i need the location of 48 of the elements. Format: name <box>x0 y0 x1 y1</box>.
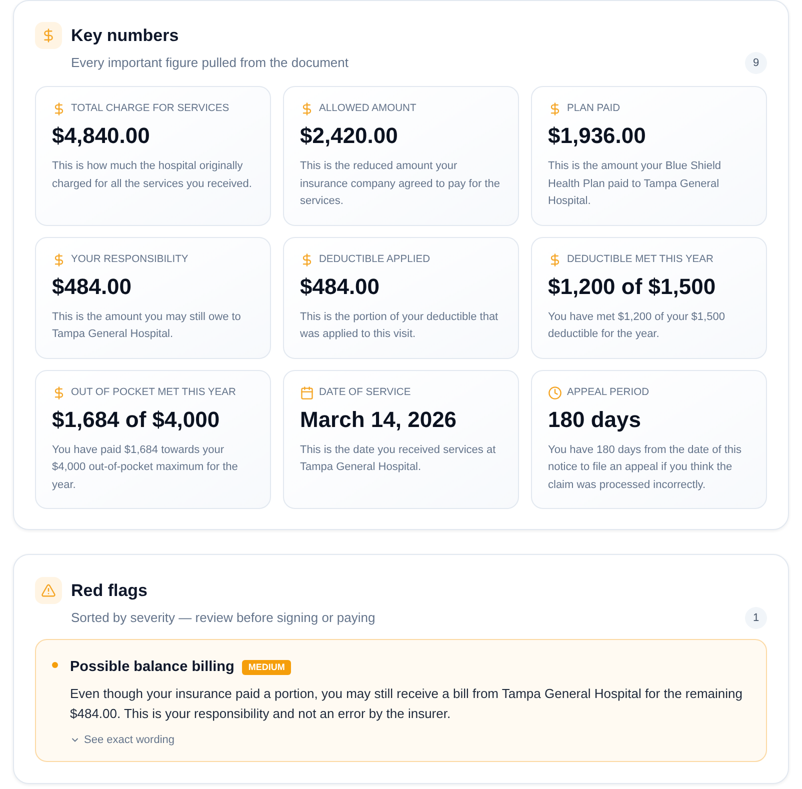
count-badge: 9 <box>745 52 767 74</box>
warning-icon <box>35 577 62 604</box>
metric-value: $484.00 <box>52 272 133 300</box>
flag-description: Even though your insurance paid a portion, you may still receive a bill from Tampa General Hospital for the remaining $484.00. This is your responsibility and not an error by the insurer. <box>70 685 744 723</box>
metric-value: $4,840.00 <box>52 122 151 150</box>
metric-label: DEDUCTIBLE APPLIED <box>319 252 430 266</box>
section-subtitle: Sorted by severity — review before signing or paying <box>71 609 376 627</box>
metric-label: ALLOWED AMOUNT <box>319 102 416 116</box>
metric-value: $1,936.00 <box>548 122 647 150</box>
dollar-icon <box>52 102 66 116</box>
metric-description: This is the portion of your deductible that was applied to this visit. <box>300 310 500 342</box>
metric-description: You have paid $1,684 towards your $4,000 out-of-pocket maximum for the year. <box>52 442 239 492</box>
dollar-icon <box>52 252 66 266</box>
metric-label: DEDUCTIBLE MET THIS YEAR <box>567 252 714 266</box>
exact-wording-toggle[interactable]: See exact wording <box>70 732 174 748</box>
metric-label: TOTAL CHARGE FOR SERVICES <box>71 102 230 116</box>
dollar-icon <box>35 22 62 49</box>
metric-description: You have 180 days from the date of this notice to file an appeal if you think the claim was processed incorrectly. <box>548 442 742 492</box>
count-badge: 1 <box>745 607 767 629</box>
metric-description: This is how much the hospital originally charged for all the services you received. <box>52 159 253 192</box>
dollar-icon <box>548 252 562 266</box>
dollar-icon <box>548 102 562 116</box>
metric-value: $484.00 <box>300 272 381 300</box>
metric-description: This is the date you received services at Tampa General Hospital. <box>300 442 497 475</box>
metric-description: This is the amount you may still owe to Tampa General Hospital. <box>52 310 242 342</box>
metric-value: 180 days <box>548 406 642 434</box>
metric-label: PLAN PAID <box>567 102 620 116</box>
metric-label: APPEAL PERIOD <box>567 386 650 400</box>
metric-value: March 14, 2026 <box>300 406 458 434</box>
metric-label: YOUR RESPONSIBILITY <box>71 252 188 266</box>
dollar-icon <box>300 102 314 116</box>
metric-value: $2,420.00 <box>300 122 399 150</box>
metric-description: This is the amount your Blue Shield Health Plan paid to Tampa General Hospital. <box>548 159 722 209</box>
section-title: Red flags <box>71 580 148 602</box>
metric-label: OUT OF POCKET MET THIS YEAR <box>71 386 236 400</box>
severity-badge: MEDIUM <box>242 660 291 674</box>
metric-description: This is the reduced amount your insurance company agreed to pay for the services. <box>300 159 501 209</box>
metric-value: $1,200 of $1,500 <box>548 272 717 300</box>
calendar-icon <box>300 386 314 400</box>
dollar-icon <box>300 252 314 266</box>
clock-icon <box>548 386 562 400</box>
dollar-icon <box>52 386 66 400</box>
section-title: Key numbers <box>71 25 179 47</box>
metric-description: You have met $1,200 of your $1,500 deductible for the year. <box>548 310 726 342</box>
metric-label: DATE OF SERVICE <box>319 386 411 400</box>
metric-value: $1,684 of $4,000 <box>52 406 221 434</box>
flag-title: Possible balance billing <box>70 658 234 677</box>
section-subtitle: Every important figure pulled from the document <box>71 54 348 72</box>
